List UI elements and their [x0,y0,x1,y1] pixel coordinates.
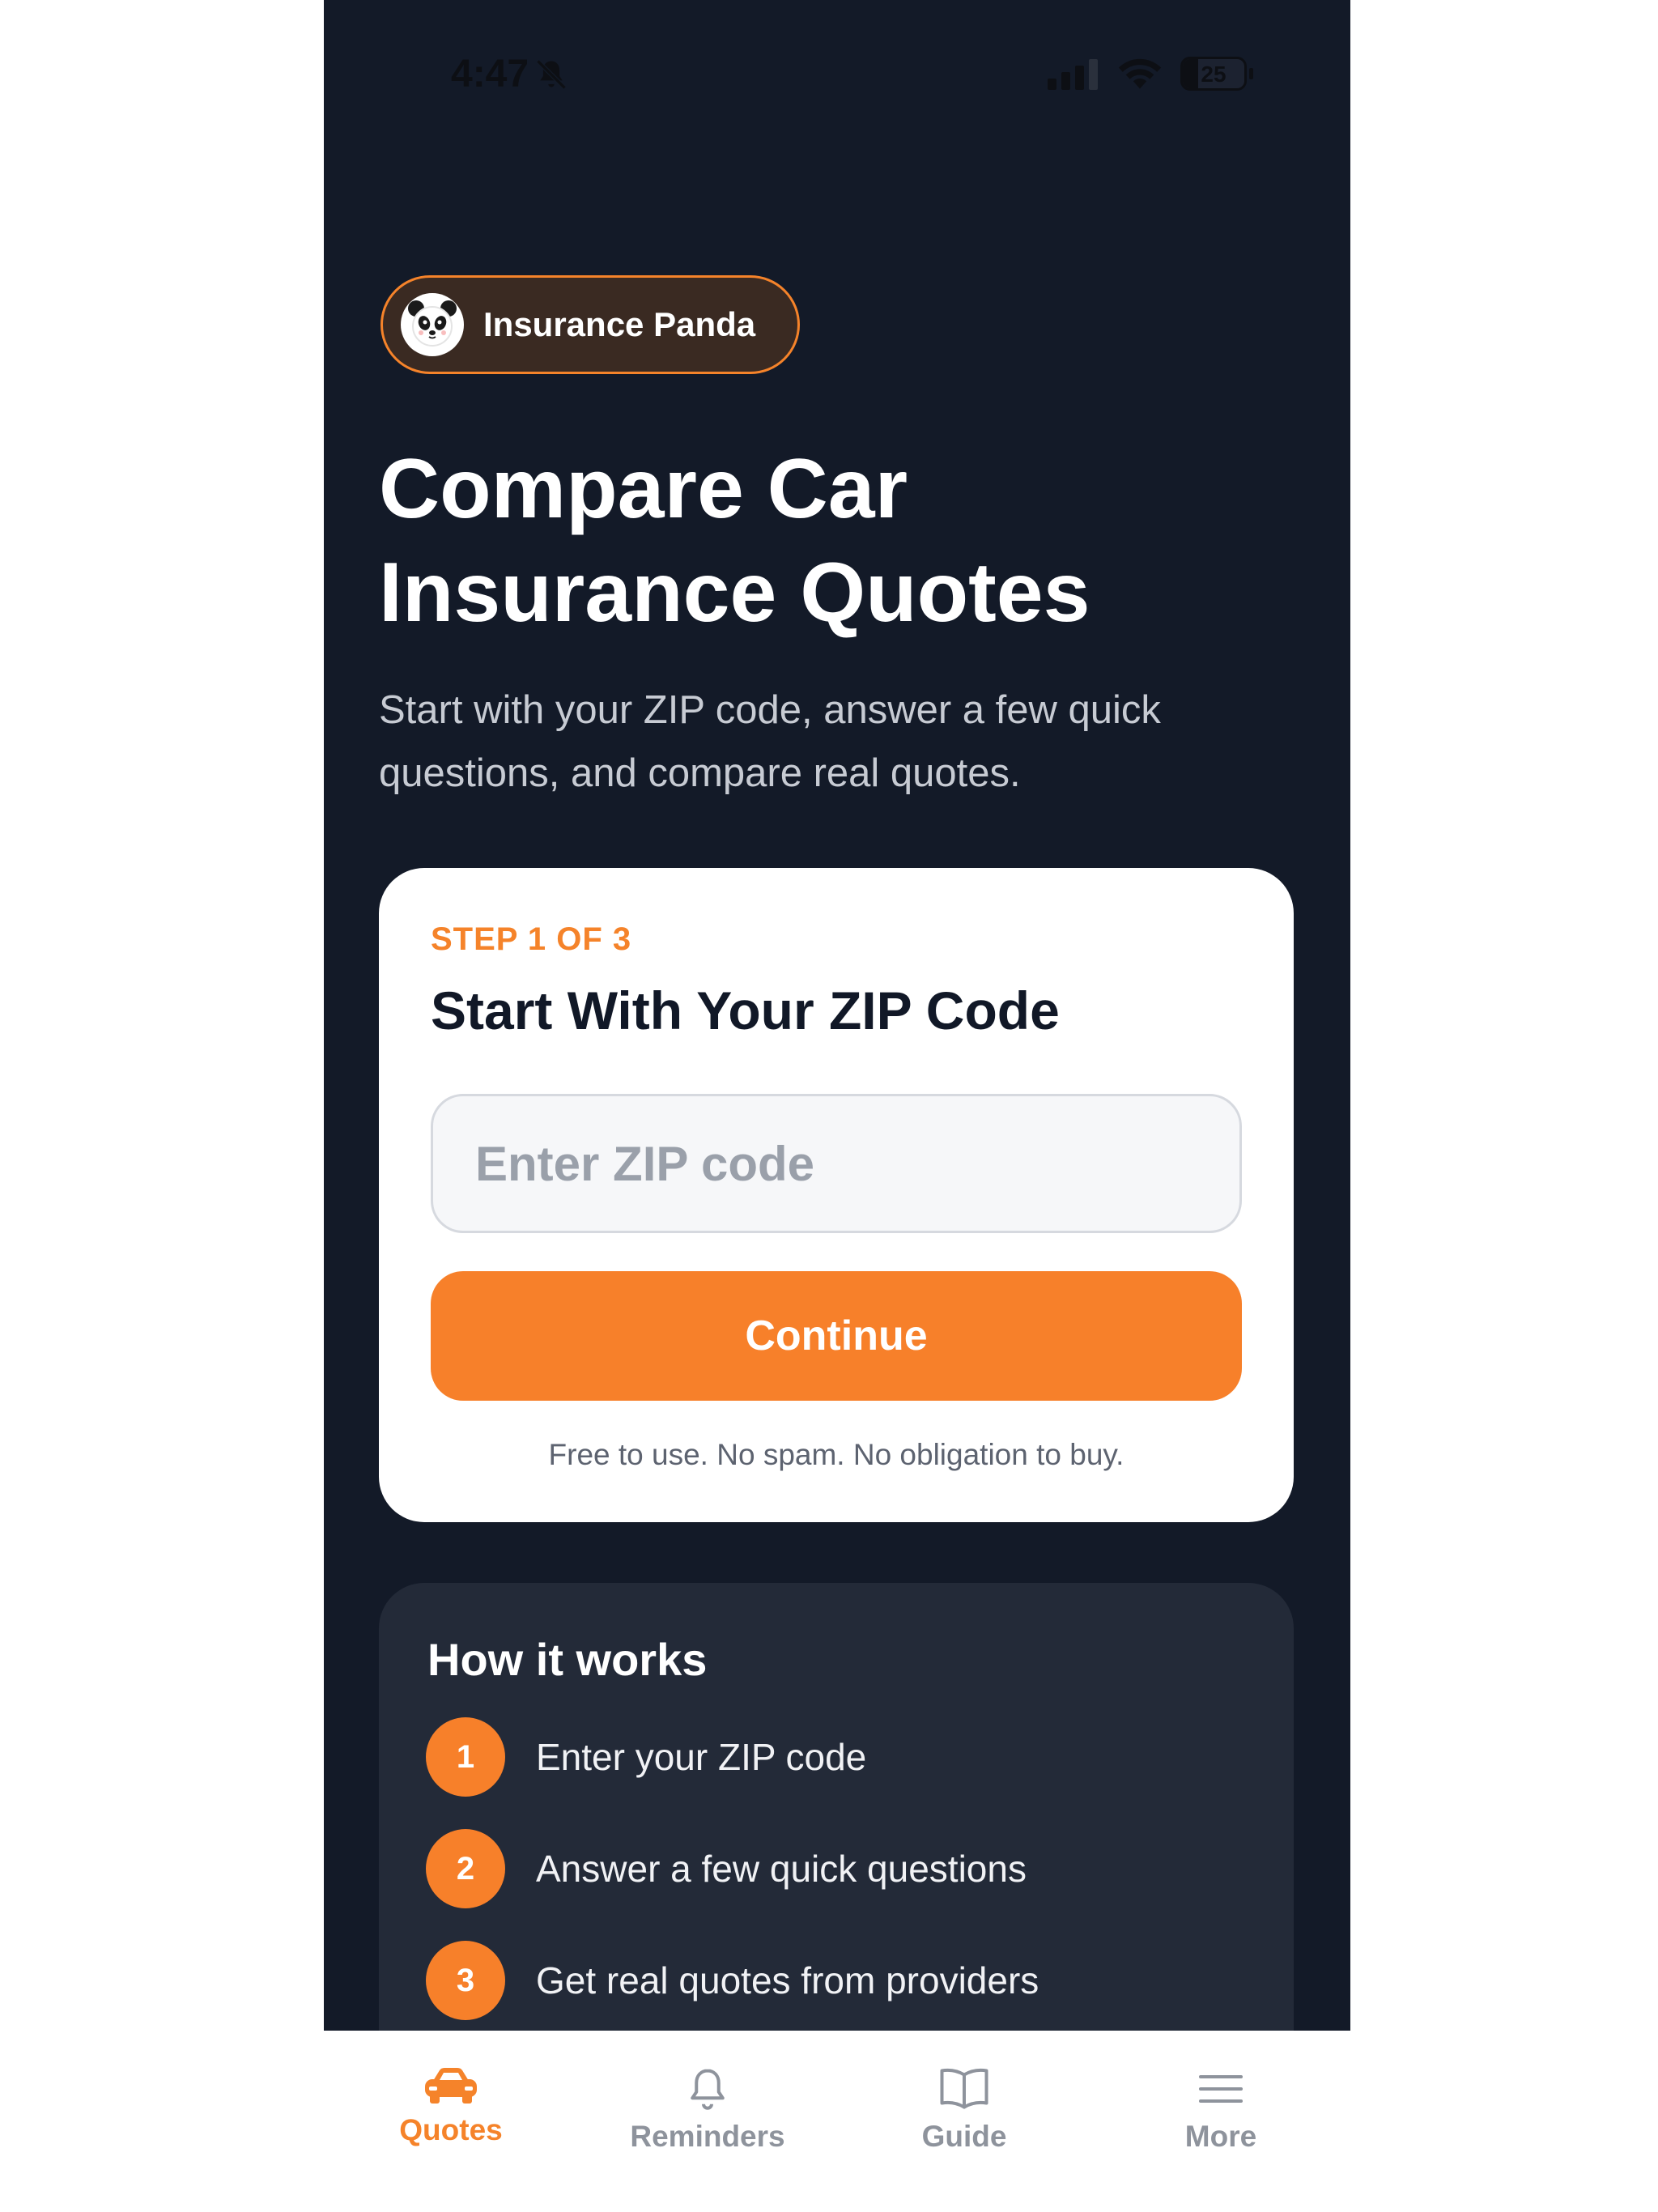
battery-percent: 25 [1201,62,1226,87]
how-it-works-card: How it works 1 Enter your ZIP code 2 Ans… [379,1583,1294,2031]
zip-code-input[interactable] [431,1094,1242,1233]
step-indicator: STEP 1 OF 3 [431,921,632,957]
how-step: 3 Get real quotes from providers [426,1941,1039,2020]
status-right: 25 [1048,57,1253,91]
cellular-signal-icon [1048,59,1098,90]
step-text: Get real quotes from providers [536,1959,1039,2001]
continue-button[interactable]: Continue [431,1271,1242,1401]
zip-step-card: STEP 1 OF 3 Start With Your ZIP Code Con… [379,868,1294,1522]
menu-icon [1199,2075,1243,2103]
brand-pill: Insurance Panda [380,275,800,374]
status-time-text: 4:47 [451,53,529,96]
silent-bell-icon [536,59,567,89]
step-title: Start With Your ZIP Code [431,981,1060,1040]
tab-guide[interactable]: Guide [867,2065,1061,2154]
step-number-badge: 3 [426,1941,505,2020]
tab-label: Quotes [399,2113,503,2146]
tab-label: Reminders [630,2120,785,2153]
fine-print: Free to use. No spam. No obligation to b… [548,1438,1124,1471]
how-step: 1 Enter your ZIP code [426,1717,866,1797]
battery-indicator: 25 [1180,57,1253,91]
phone-frame: 4:47 25 Insurance Panda Compare Car Insu… [324,0,1350,2212]
page-subtitle: Start with your ZIP code, answer a few q… [379,688,1161,795]
book-icon [940,2068,988,2109]
step-number-badge: 1 [426,1717,505,1797]
step-text: Answer a few quick questions [536,1848,1027,1890]
car-icon [425,2068,477,2104]
page-title: Compare Car Insurance Quotes [379,442,1090,640]
app-screen: 4:47 25 Insurance Panda Compare Car Insu… [324,0,1350,2031]
how-it-works-title: How it works [427,1634,708,1685]
tab-bar: Quotes Reminders Guide More [324,2031,1350,2212]
tab-quotes[interactable]: Quotes [354,2065,548,2147]
tab-more[interactable]: More [1124,2065,1318,2154]
how-step: 2 Answer a few quick questions [426,1829,1027,1908]
wifi-icon [1118,58,1162,89]
tab-reminders[interactable]: Reminders [610,2065,805,2154]
bell-icon [691,2069,725,2110]
step-number-badge: 2 [426,1829,505,1908]
tab-label: More [1184,2120,1257,2153]
brand-name: Insurance Panda [483,305,756,343]
tab-label: Guide [921,2120,1007,2153]
status-time: 4:47 [451,52,569,96]
step-text: Enter your ZIP code [536,1736,867,1778]
panda-logo-icon [401,293,464,356]
